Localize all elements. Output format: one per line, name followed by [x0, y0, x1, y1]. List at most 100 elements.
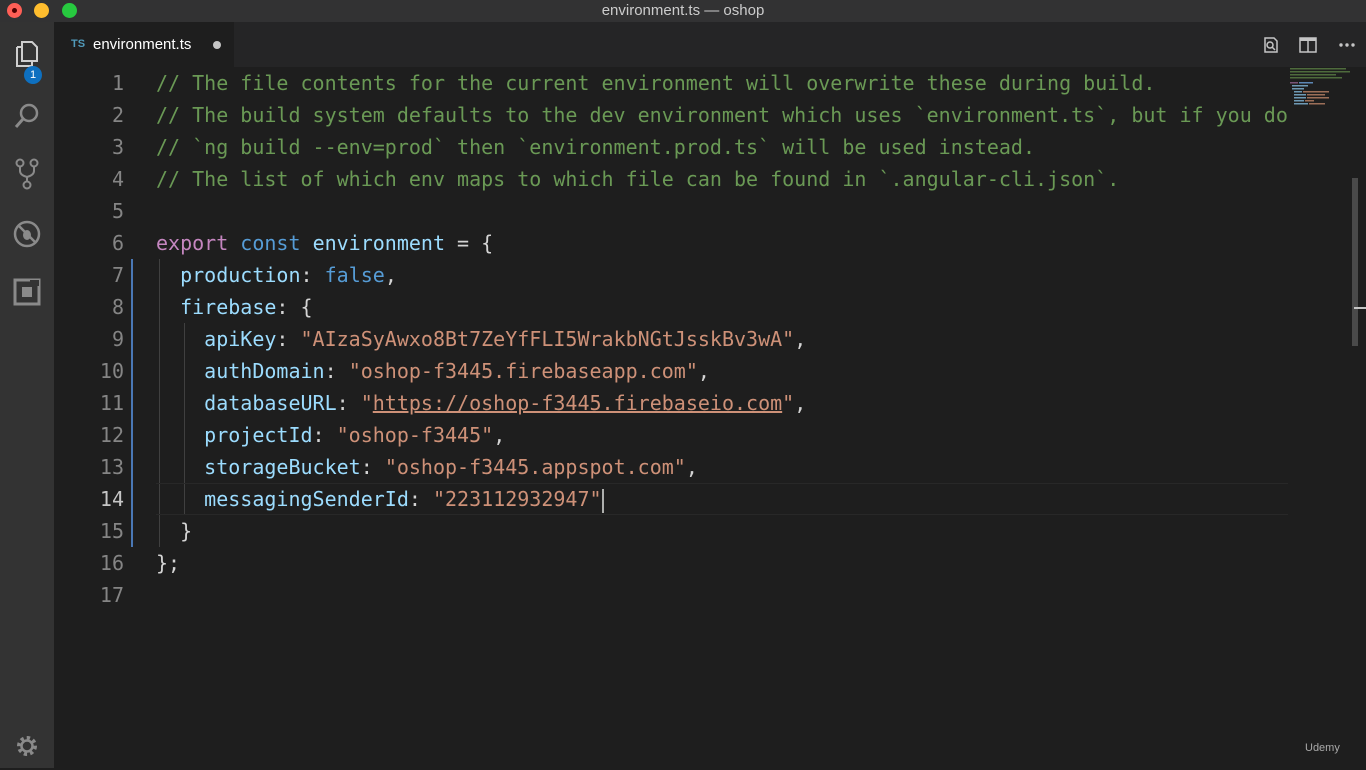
code-text: };	[156, 547, 180, 579]
activity-search[interactable]	[0, 92, 54, 140]
code-line: 16 };	[54, 547, 1288, 579]
code-line: 10 authDomain: "oshop-f3445.firebaseapp.…	[54, 355, 1288, 387]
comment: // `ng build --env=prod` then `environme…	[156, 135, 1035, 159]
search-icon	[14, 103, 39, 128]
line-number: 5	[111, 199, 124, 223]
udemy-watermark: Udemy	[1305, 742, 1340, 754]
punctuation-token: ,	[493, 423, 506, 447]
line-number: 4	[111, 167, 124, 191]
variable-token: environment	[312, 231, 446, 255]
keyword-token: const	[240, 231, 301, 255]
line-number: 14	[99, 487, 124, 511]
code-line: 3 // `ng build --env=prod` then `environ…	[54, 131, 1288, 163]
debug-icon	[13, 220, 41, 248]
property-token: firebase	[180, 295, 277, 319]
punctuation-token: :	[336, 391, 361, 415]
code-line: 7 production: false,	[54, 259, 1288, 291]
code-text: authDomain: "oshop-f3445.firebaseapp.com…	[156, 355, 710, 387]
punctuation-token: ,	[384, 263, 397, 287]
code-line: 5	[54, 195, 1288, 227]
tab-environment-ts[interactable]: TS environment.ts	[54, 22, 234, 67]
more-actions-button[interactable]	[1336, 34, 1358, 56]
line-number: 10	[99, 359, 124, 383]
string-token: "	[782, 391, 795, 415]
code-text: export const environment = {	[156, 227, 493, 259]
punctuation-token: :	[360, 455, 385, 479]
source-control-icon	[15, 158, 39, 190]
line-number: 13	[99, 455, 124, 479]
code-line: 6 export const environment = {	[54, 227, 1288, 259]
vertical-scrollbar[interactable]	[1350, 67, 1366, 768]
code-line: 15 }	[54, 515, 1288, 547]
punctuation-token: :	[300, 263, 325, 287]
code-text: storageBucket: "oshop-f3445.appspot.com"…	[156, 451, 698, 483]
activity-bar: 1	[0, 22, 54, 768]
activity-settings[interactable]	[0, 722, 54, 770]
punctuation-token: :	[408, 487, 433, 511]
string-token: "oshop-f3445.appspot.com"	[384, 455, 686, 479]
gear-icon	[17, 736, 37, 756]
string-token: "223112932947"	[432, 487, 602, 511]
code-line: 13 storageBucket: "oshop-f3445.appspot.c…	[54, 451, 1288, 483]
line-number: 8	[111, 295, 124, 319]
code-line: 17	[54, 579, 1288, 611]
code-text: firebase: {	[156, 291, 313, 323]
property-token: projectId	[204, 423, 313, 447]
split-editor-button[interactable]	[1297, 34, 1319, 56]
code-line: 14 messagingSenderId: "223112932947"	[54, 483, 1288, 515]
activity-source-control[interactable]	[0, 150, 54, 198]
extensions-icon	[13, 278, 41, 306]
punctuation-token: : {	[276, 295, 313, 319]
property-token: storageBucket	[204, 455, 361, 479]
code-line: 4 // The list of which env maps to which…	[54, 163, 1288, 195]
punctuation-token: :	[324, 359, 349, 383]
comment: // The build system defaults to the dev …	[156, 103, 1288, 127]
line-number: 15	[99, 519, 124, 543]
line-number: 11	[99, 391, 124, 415]
text-cursor	[601, 488, 604, 513]
punctuation-token: :	[312, 423, 337, 447]
minimap[interactable]	[1288, 67, 1350, 768]
title-bar: environment.ts — oshop	[0, 0, 1366, 22]
code-text: production: false,	[156, 259, 397, 291]
code-line: 11 databaseURL: "https://oshop-f3445.fir…	[54, 387, 1288, 419]
activity-extensions[interactable]	[0, 268, 54, 316]
url-link[interactable]: https://oshop-f3445.firebaseio.com	[373, 391, 782, 415]
property-token: databaseURL	[204, 391, 337, 415]
line-number: 17	[99, 583, 124, 607]
line-number: 12	[99, 423, 124, 447]
code-text: databaseURL: "https://oshop-f3445.fireba…	[156, 387, 806, 419]
line-number: 3	[111, 135, 124, 159]
line-number: 9	[111, 327, 124, 351]
unsaved-dot-icon[interactable]	[213, 41, 221, 49]
property-token: authDomain	[204, 359, 325, 383]
activity-explorer[interactable]: 1	[0, 30, 54, 84]
punctuation-token: }	[180, 519, 193, 543]
code-line: 9 apiKey: "AIzaSyAwxo8Bt7ZeYfFLI5WrakbNG…	[54, 323, 1288, 355]
line-number: 7	[111, 263, 124, 287]
scrollbar-thumb[interactable]	[1352, 178, 1358, 346]
code-line: 12 projectId: "oshop-f3445",	[54, 419, 1288, 451]
property-token: production	[180, 263, 301, 287]
code-editor[interactable]: 1 // The file contents for the current e…	[54, 67, 1288, 768]
punctuation-token: };	[156, 551, 181, 575]
code-line: 8 firebase: {	[54, 291, 1288, 323]
window-title: environment.ts — oshop	[601, 2, 765, 19]
string-token: "oshop-f3445.firebaseapp.com"	[348, 359, 698, 383]
keyword-token: export	[156, 231, 229, 255]
line-number: 1	[111, 71, 124, 95]
keyword-token: false	[324, 263, 385, 287]
open-preview-button[interactable]	[1260, 34, 1282, 56]
string-token: "AIzaSyAwxo8Bt7ZeYfFLI5WrakbNGtJsskBv3wA…	[300, 327, 795, 351]
code-line: 2 // The build system defaults to the de…	[54, 99, 1288, 131]
split-editor-icon	[1299, 37, 1317, 53]
more-actions-icon	[1339, 43, 1355, 47]
code-text: projectId: "oshop-f3445",	[156, 419, 505, 451]
open-preview-icon	[1264, 37, 1278, 53]
string-token: "	[360, 391, 373, 415]
punctuation-token: = {	[445, 231, 494, 255]
string-token: "oshop-f3445"	[336, 423, 494, 447]
code-line: 1 // The file contents for the current e…	[54, 67, 1288, 99]
activity-debug[interactable]	[0, 210, 54, 258]
comment: // The file contents for the current env…	[156, 71, 1156, 95]
